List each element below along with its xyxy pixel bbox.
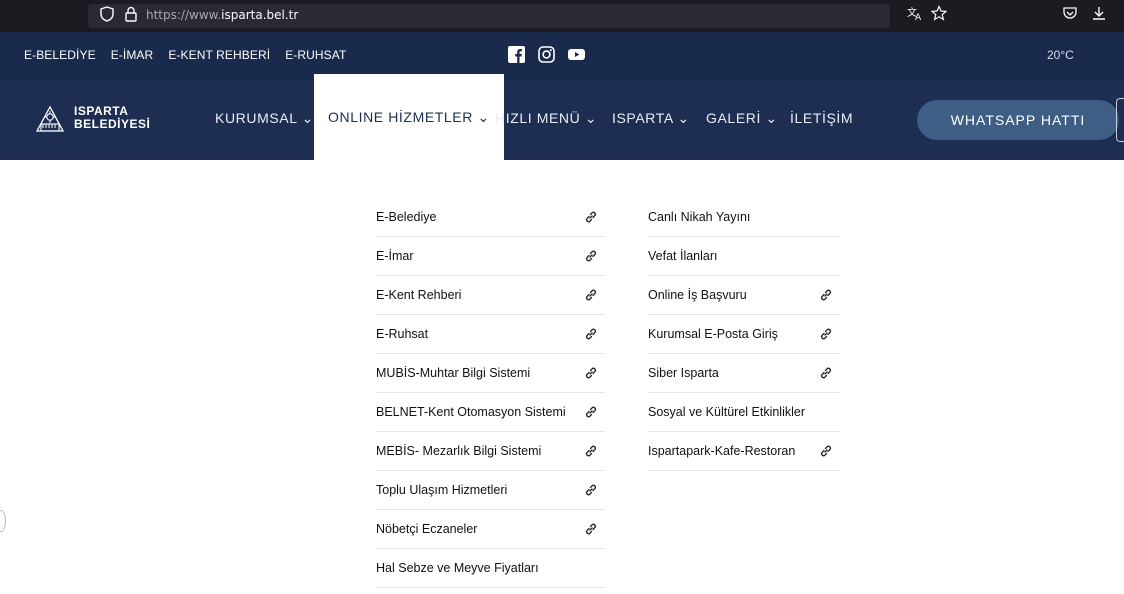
link-icon — [584, 405, 598, 419]
municipality-logo-icon — [35, 105, 65, 132]
pocket-icon[interactable] — [1062, 5, 1078, 25]
logo-line-2: BELEDİYESİ — [74, 117, 151, 131]
page-edge-handle — [0, 510, 6, 532]
link-icon — [819, 288, 833, 302]
menu-item-label: MUBİS-Muhtar Bilgi Sistemi — [376, 366, 531, 380]
link-icon — [584, 366, 598, 380]
browser-toolbar: https://www.isparta.bel.tr 文A — [0, 0, 1124, 32]
main-navbar: ISPARTA BELEDİYESİ KURUMSAL ⌄ ONLINE HİZ… — [0, 74, 1124, 160]
top-link-e-ruhsat[interactable]: E-RUHSAT — [285, 48, 346, 62]
menu-item-label: Online İş Başvuru — [648, 288, 747, 302]
nav-hizli-menu[interactable]: HIZLI MENÜ ⌄ — [495, 110, 597, 127]
link-icon — [584, 327, 598, 341]
menu-item-label: Vefat İlanları — [648, 249, 718, 263]
top-links: E-BELEDİYE E-İMAR E-KENT REHBERİ E-RUHSA… — [24, 48, 346, 62]
menu-item-nobetci-eczaneler[interactable]: Nöbetçi Eczaneler — [376, 510, 605, 549]
menu-item-mebis[interactable]: MEBİS- Mezarlık Bilgi Sistemi — [376, 432, 605, 471]
menu-item-label: Toplu Ulaşım Hizmetleri — [376, 483, 508, 497]
svg-text:A: A — [915, 13, 922, 21]
address-bar-icons — [100, 6, 138, 26]
address-url[interactable]: https://www.isparta.bel.tr — [146, 8, 298, 22]
menu-item-label: E-Ruhsat — [376, 327, 429, 341]
link-icon — [584, 249, 598, 263]
menu-item-kurumsal-eposta[interactable]: Kurumsal E-Posta Giriş — [648, 315, 840, 354]
top-link-e-kent-rehberi[interactable]: E-KENT REHBERİ — [168, 48, 270, 62]
shield-icon[interactable] — [100, 6, 114, 26]
online-services-left-column: E-Belediye E-İmar E-Kent Rehberi E-Ruhsa… — [376, 198, 605, 588]
nav-iletisim[interactable]: İLETİŞİM — [790, 110, 853, 126]
download-icon[interactable] — [1091, 5, 1107, 25]
menu-item-siber-isparta[interactable]: Siber Isparta — [648, 354, 840, 393]
nav-kurumsal[interactable]: KURUMSAL ⌄ — [215, 110, 314, 127]
menu-item-label: Hal Sebze ve Meyve Fiyatları — [376, 561, 539, 575]
top-link-e-belediye[interactable]: E-BELEDİYE — [24, 48, 96, 62]
menu-item-label: Ispartapark-Kafe-Restoran — [648, 444, 796, 458]
temperature-label: 20°C — [1047, 48, 1074, 62]
bookmark-star-icon[interactable] — [930, 5, 948, 25]
youtube-icon[interactable] — [568, 46, 585, 63]
facebook-icon[interactable] — [508, 46, 525, 63]
menu-item-online-is-basvuru[interactable]: Online İş Başvuru — [648, 276, 840, 315]
whatsapp-button[interactable]: WHATSAPP HATTI — [917, 100, 1119, 140]
translate-icon[interactable]: 文A — [907, 5, 923, 25]
nav-isparta[interactable]: ISPARTA ⌄ — [612, 110, 690, 127]
menu-item-e-belediye[interactable]: E-Belediye — [376, 198, 605, 237]
nav-online-hizmetler[interactable]: ONLINE HİZMETLER ⌄ — [314, 74, 504, 160]
menu-item-toplu-ulasim[interactable]: Toplu Ulaşım Hizmetleri — [376, 471, 605, 510]
menu-item-label: Kurumsal E-Posta Giriş — [648, 327, 778, 341]
menu-item-label: Nöbetçi Eczaneler — [376, 522, 478, 536]
menu-item-label: Siber Isparta — [648, 366, 719, 380]
link-icon — [819, 366, 833, 380]
url-domain: isparta.bel.tr — [221, 8, 299, 22]
menu-item-ispartapark[interactable]: Ispartapark-Kafe-Restoran — [648, 432, 840, 471]
menu-item-label: BELNET-Kent Otomasyon Sistemi — [376, 405, 566, 419]
menu-item-e-ruhsat[interactable]: E-Ruhsat — [376, 315, 605, 354]
nav-galeri[interactable]: GALERİ ⌄ — [706, 110, 778, 127]
menu-item-mubis[interactable]: MUBİS-Muhtar Bilgi Sistemi — [376, 354, 605, 393]
menu-item-label: E-Kent Rehberi — [376, 288, 462, 302]
menu-item-vefat-ilanlari[interactable]: Vefat İlanları — [648, 237, 840, 276]
link-icon — [819, 327, 833, 341]
menu-item-canli-nikah[interactable]: Canlı Nikah Yayını — [648, 198, 840, 237]
link-icon — [584, 210, 598, 224]
menu-item-e-kent-rehberi[interactable]: E-Kent Rehberi — [376, 276, 605, 315]
site-logo[interactable]: ISPARTA BELEDİYESİ — [34, 102, 150, 134]
top-link-e-imar[interactable]: E-İMAR — [111, 48, 154, 62]
url-prefix: https://www. — [146, 8, 222, 22]
menu-item-label: MEBİS- Mezarlık Bilgi Sistemi — [376, 444, 542, 458]
menu-item-label: Sosyal ve Kültürel Etkinlikler — [648, 405, 806, 419]
menu-item-label: Canlı Nikah Yayını — [648, 210, 751, 224]
link-icon — [584, 483, 598, 497]
social-links — [508, 46, 585, 63]
logo-text: ISPARTA BELEDİYESİ — [74, 105, 150, 131]
search-box-edge[interactable] — [1116, 98, 1124, 142]
link-icon — [584, 288, 598, 302]
online-services-right-column: Canlı Nikah Yayını Vefat İlanları Online… — [648, 198, 840, 471]
menu-item-e-imar[interactable]: E-İmar — [376, 237, 605, 276]
link-icon — [584, 522, 598, 536]
menu-item-belnet[interactable]: BELNET-Kent Otomasyon Sistemi — [376, 393, 605, 432]
instagram-icon[interactable] — [538, 46, 555, 63]
link-icon — [819, 444, 833, 458]
menu-item-label: E-İmar — [376, 249, 414, 263]
link-icon — [584, 444, 598, 458]
menu-item-hal-fiyatlari[interactable]: Hal Sebze ve Meyve Fiyatları — [376, 549, 605, 588]
lock-icon[interactable] — [124, 6, 138, 26]
menu-item-sosyal-kulturel[interactable]: Sosyal ve Kültürel Etkinlikler — [648, 393, 840, 432]
menu-item-label: E-Belediye — [376, 210, 437, 224]
top-strip: E-BELEDİYE E-İMAR E-KENT REHBERİ E-RUHSA… — [0, 32, 1124, 80]
